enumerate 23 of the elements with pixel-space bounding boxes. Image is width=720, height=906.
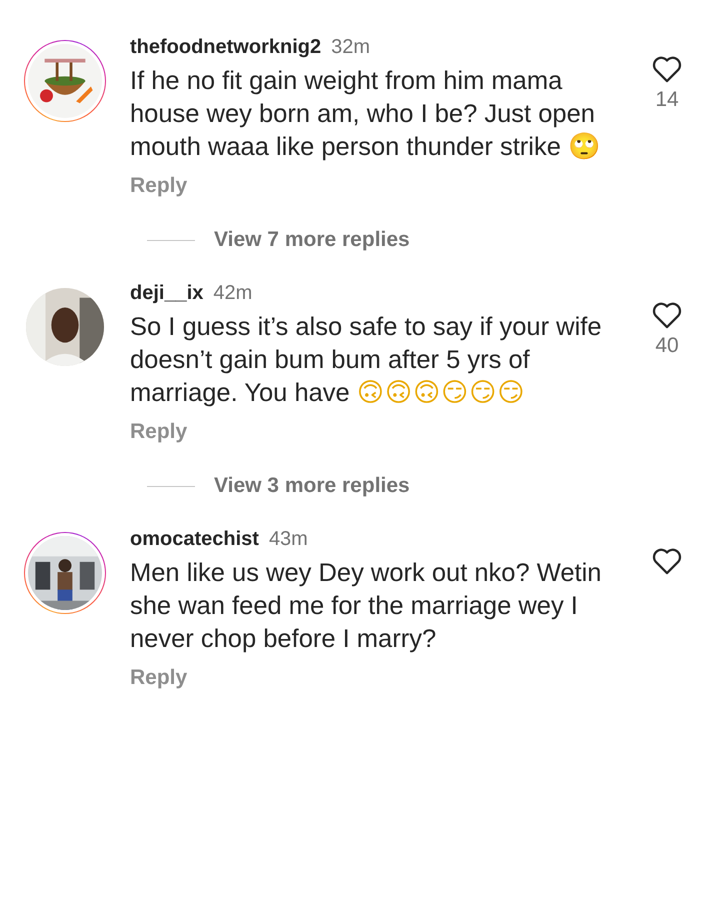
username[interactable]: omocatechist (130, 528, 259, 551)
view-replies-link[interactable]: View 3 more replies (214, 474, 410, 498)
reply-link[interactable]: Reply (130, 174, 188, 198)
comment-text: Men like us wey Dey work out nko? Wetin she wan feed me for the marriage wey I never chop before I marry? (130, 558, 602, 655)
emoji-icon: 😏 (497, 378, 524, 408)
like-count: 14 (655, 88, 679, 112)
emoji-icon: 😏 (441, 378, 468, 408)
username[interactable]: deji__ix (130, 282, 204, 305)
view-replies-link[interactable]: View 7 more replies (214, 228, 410, 252)
timestamp: 42m (213, 282, 252, 305)
emoji-icon: 🙃 (384, 378, 412, 408)
emoji-icon: 🙄 (568, 132, 600, 162)
emoji-icon: 😏 (469, 378, 496, 408)
reply-link[interactable]: Reply (130, 420, 188, 444)
comment-text: If he no fit gain weight from him mama house wey born am, who I be? Just open mouth waaa like person thunder strike 🙄 (130, 66, 601, 164)
reply-link[interactable]: Reply (130, 666, 188, 690)
timestamp: 43m (268, 528, 308, 551)
comment-text: So I guess it’s also safe to say if your wife doesn’t gain bum bum after 5 yrs of marriage. You have 🙃🙃🙃😏😏😏 (130, 312, 603, 410)
emoji-icon: 🙃 (356, 378, 384, 408)
timestamp: 32m (331, 36, 370, 59)
username[interactable]: thefoodnetworknig2 (130, 36, 322, 59)
like-count: 40 (655, 334, 679, 358)
emoji-icon: 🙃 (413, 378, 440, 408)
